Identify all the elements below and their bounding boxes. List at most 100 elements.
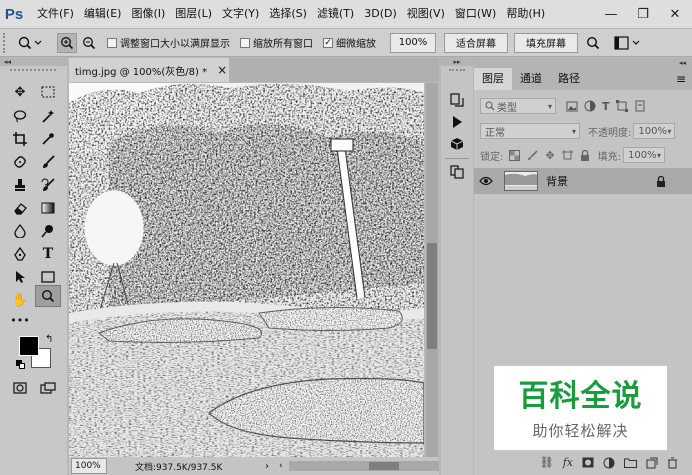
menu-layer[interactable]: 图层(L) (170, 0, 217, 28)
fill-field[interactable]: 100% ▾ (622, 147, 665, 163)
eyedropper-tool[interactable] (37, 129, 59, 149)
menu-image[interactable]: 图像(I) (126, 0, 170, 28)
healing-brush-tool[interactable] (9, 152, 31, 172)
new-layer-icon[interactable] (646, 457, 658, 469)
horizontal-scroll-thumb[interactable] (369, 462, 399, 470)
status-zoom-field[interactable]: 100% (71, 458, 107, 474)
menu-edit[interactable]: 编辑(E) (79, 0, 127, 28)
tool-preset-picker[interactable] (13, 32, 47, 54)
crop-tool[interactable] (9, 129, 31, 149)
lock-image-pixels-icon[interactable] (527, 149, 538, 161)
resize-windows-option[interactable]: 调整窗口大小以满屏显示 (107, 35, 230, 50)
panel-collapse-header[interactable]: ◂◂ (474, 58, 692, 68)
filter-type-icon[interactable]: T (602, 100, 610, 113)
foreground-color-swatch[interactable] (19, 336, 39, 356)
lock-all-icon[interactable] (580, 149, 590, 161)
zoom-percent-button[interactable]: 100% (390, 32, 436, 53)
history-panel-button[interactable] (446, 90, 468, 110)
zoom-all-option[interactable]: 缩放所有窗口 (240, 35, 313, 50)
menu-type[interactable]: 文字(Y) (217, 0, 264, 28)
menu-window[interactable]: 窗口(W) (450, 0, 501, 28)
lock-artboard-icon[interactable] (561, 149, 573, 161)
strip-grip[interactable] (449, 69, 465, 71)
zoom-tool[interactable] (35, 285, 61, 307)
menu-view[interactable]: 视图(V) (402, 0, 450, 28)
layer-name[interactable]: 背景 (546, 173, 568, 189)
close-button[interactable]: ✕ (660, 0, 690, 28)
canvas-vertical-scrollbar[interactable] (426, 83, 438, 457)
edit-toolbar-button[interactable]: ••• (9, 310, 31, 330)
tab-paths[interactable]: 路径 (550, 68, 588, 90)
zoom-out-button[interactable] (79, 33, 99, 53)
magic-wand-tool[interactable] (37, 106, 59, 126)
tab-layers[interactable]: 图层 (474, 68, 512, 90)
lock-position-icon[interactable]: ✥ (545, 149, 554, 162)
menu-3d[interactable]: 3D(D) (359, 0, 402, 28)
hand-tool[interactable]: ✋ (9, 290, 31, 310)
filter-shape-icon[interactable] (615, 100, 628, 112)
zoom-in-button[interactable] (57, 32, 77, 53)
restore-button[interactable]: ❐ (628, 0, 658, 28)
workspace-switcher[interactable] (610, 33, 646, 53)
quick-mask-button[interactable] (9, 378, 31, 398)
default-colors-icon[interactable] (16, 360, 26, 370)
filter-adjustment-icon[interactable] (584, 100, 596, 112)
gradient-tool[interactable] (37, 198, 59, 218)
scroll-left-arrow-icon[interactable]: ‹ (279, 461, 287, 471)
resize-windows-checkbox[interactable] (107, 37, 117, 48)
vertical-scroll-thumb[interactable] (427, 243, 437, 349)
delete-layer-icon[interactable] (667, 457, 678, 469)
document-tab[interactable]: timg.jpg @ 100%(灰色/8) * × (69, 58, 229, 82)
tools-grip[interactable] (10, 69, 56, 71)
screen-mode-button[interactable] (37, 378, 59, 398)
link-layers-icon[interactable]: ⛓ (540, 456, 554, 469)
status-menu-arrow-icon[interactable]: › (265, 461, 275, 472)
adjustment-layer-icon[interactable] (603, 457, 615, 469)
brush-tool[interactable] (37, 152, 59, 172)
filter-pixel-icon[interactable] (566, 101, 578, 112)
swap-colors-icon[interactable]: ↰ (45, 334, 53, 345)
fill-screen-button[interactable]: 填充屏幕 (514, 32, 578, 53)
shape-tool[interactable] (37, 267, 59, 287)
scrubby-zoom-option[interactable]: ✓ 细微缩放 (323, 35, 376, 50)
tab-channels[interactable]: 通道 (512, 68, 550, 90)
layer-visibility-toggle[interactable] (474, 176, 498, 186)
add-mask-icon[interactable] (582, 457, 594, 468)
type-tool[interactable]: T (37, 244, 59, 264)
move-tool[interactable]: ✥ (9, 82, 31, 102)
menu-file[interactable]: 文件(F) (32, 0, 79, 28)
eraser-tool[interactable] (9, 198, 31, 218)
tools-panel-header[interactable]: ◂◂ (0, 58, 67, 66)
opacity-field[interactable]: 100% ▾ (633, 123, 676, 139)
layer-row-background[interactable]: 背景 (474, 168, 692, 194)
properties-panel-button[interactable] (446, 162, 468, 182)
lasso-tool[interactable] (9, 106, 31, 126)
fit-screen-button[interactable]: 适合屏幕 (444, 32, 508, 53)
layer-style-fx-icon[interactable]: fx (563, 456, 573, 469)
document-canvas[interactable] (69, 83, 424, 457)
history-brush-tool[interactable] (37, 175, 59, 195)
canvas-horizontal-scrollbar[interactable] (289, 461, 439, 471)
zoom-all-checkbox[interactable] (240, 37, 250, 48)
search-button[interactable] (582, 33, 604, 53)
clone-stamp-tool[interactable] (9, 175, 31, 195)
blur-tool[interactable] (9, 221, 31, 241)
dodge-tool[interactable] (37, 221, 59, 241)
menu-filter[interactable]: 滤镜(T) (312, 0, 359, 28)
minimize-button[interactable]: — (596, 0, 626, 28)
strip-header[interactable]: ▸▸ (441, 58, 473, 66)
lock-transparent-pixels-icon[interactable] (509, 149, 521, 161)
panel-menu-icon[interactable]: ≡ (670, 68, 692, 90)
pen-tool[interactable] (9, 244, 31, 264)
options-grip[interactable] (3, 32, 13, 53)
actions-panel-button[interactable] (446, 112, 468, 132)
marquee-tool[interactable] (37, 82, 59, 102)
blend-mode-select[interactable]: 正常 ▾ (480, 123, 580, 139)
filter-smart-object-icon[interactable] (634, 100, 646, 112)
menu-select[interactable]: 选择(S) (264, 0, 312, 28)
layer-filter-kind[interactable]: 类型 ▾ (480, 98, 556, 114)
scrubby-zoom-checkbox[interactable]: ✓ (323, 37, 333, 48)
document-tab-close-icon[interactable]: × (217, 63, 227, 77)
3d-panel-button[interactable] (446, 134, 468, 154)
new-group-icon[interactable] (624, 457, 637, 468)
